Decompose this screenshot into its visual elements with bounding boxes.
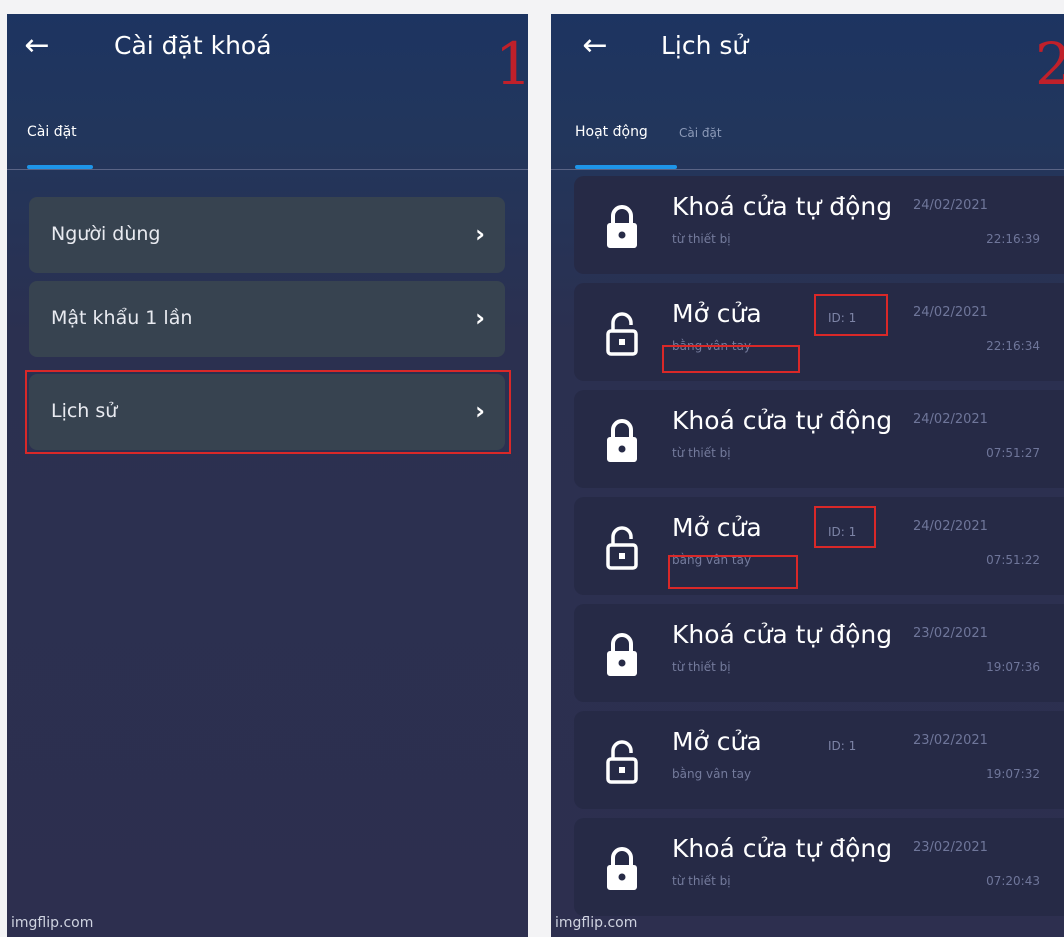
event-time: 22:16:34	[986, 339, 1040, 353]
menu-item-label: Người dùng	[51, 223, 161, 245]
event-title: Khoá cửa tự động	[672, 834, 893, 863]
watermark: imgflip.com	[555, 915, 638, 931]
history-row[interactable]: Khoá cửa tự động từ thiết bị 23/02/2021 19:…	[574, 604, 1064, 702]
event-time: 07:20:43	[986, 874, 1040, 888]
event-date: 24/02/2021	[913, 519, 988, 534]
event-title: Mở cửa	[672, 299, 762, 328]
tab-activity[interactable]: Hoạt động	[575, 124, 648, 140]
event-date: 24/02/2021	[913, 305, 988, 320]
event-source: từ thiết bị	[672, 446, 731, 460]
menu-item-label: Mật khẩu 1 lần	[51, 307, 193, 329]
event-time: 19:07:32	[986, 767, 1040, 781]
watermark: imgflip.com	[11, 915, 94, 931]
history-row[interactable]: Khoá cửa tự động từ thiết bị 24/02/2021 07:…	[574, 390, 1064, 488]
event-source: từ thiết bị	[672, 660, 731, 674]
event-title: Khoá cửa tự động	[672, 406, 893, 435]
history-row[interactable]: Khoá cửa tự động từ thiết bị 24/02/2021 22:…	[574, 176, 1064, 274]
event-time: 19:07:36	[986, 660, 1040, 674]
chevron-right-icon: ›	[475, 220, 485, 248]
event-user-id: ID: 1	[828, 739, 857, 753]
menu-item-users[interactable]: Người dùng ›	[29, 197, 505, 273]
annotation-box	[662, 345, 800, 373]
annotation-box	[814, 506, 876, 548]
event-time: 07:51:22	[986, 553, 1040, 567]
tab-settings[interactable]: Cài đặt	[679, 126, 722, 140]
annotation-box	[668, 555, 798, 589]
event-time: 07:51:27	[986, 446, 1040, 460]
divider	[551, 169, 1064, 170]
lock-open-icon	[606, 526, 638, 570]
event-date: 24/02/2021	[913, 198, 988, 213]
annotation-box	[814, 294, 888, 336]
lock-closed-icon	[607, 633, 637, 676]
event-date: 23/02/2021	[913, 733, 988, 748]
event-title: Khoá cửa tự động	[672, 620, 893, 649]
history-screen: ← Lịch sử 2 Hoạt động Cài đặt Khoá cửa t…	[551, 14, 1064, 937]
menu-item-one-time-password[interactable]: Mật khẩu 1 lần ›	[29, 281, 505, 357]
divider	[7, 169, 528, 170]
app-bar: ← Lịch sử 2	[551, 14, 1064, 96]
event-title: Khoá cửa tự động	[672, 192, 893, 221]
annotation-number: 1	[495, 30, 528, 98]
event-source: bằng vân tay	[672, 767, 752, 781]
lock-closed-icon	[607, 847, 637, 890]
tab-settings[interactable]: Cài đặt	[27, 124, 77, 140]
chevron-right-icon: ›	[475, 304, 485, 332]
app-bar: ← Cài đặt khoá 1	[7, 14, 528, 96]
lock-open-icon	[606, 312, 638, 356]
page-title: Lịch sử	[661, 31, 749, 60]
event-source: từ thiết bị	[672, 232, 731, 246]
page-title: Cài đặt khoá	[114, 31, 272, 60]
lock-open-icon	[606, 740, 638, 784]
tab-bar: Hoạt động Cài đặt	[551, 114, 1064, 169]
arrow-left-icon[interactable]: ←	[17, 28, 57, 64]
event-time: 22:16:39	[986, 232, 1040, 246]
annotation-number: 2	[1035, 30, 1064, 98]
history-row[interactable]: Khoá cửa tự động từ thiết bị 23/02/2021 07:…	[574, 818, 1064, 916]
annotation-box	[25, 370, 511, 454]
lock-closed-icon	[607, 205, 637, 248]
tab-bar: Cài đặt	[7, 114, 528, 169]
lock-closed-icon	[607, 419, 637, 462]
history-row[interactable]: Mở cửa bằng vân tay ID: 1 23/02/2021 19:07:3…	[574, 711, 1064, 809]
lock-settings-screen: ← Cài đặt khoá 1 Cài đặt Người dùng › Mậ…	[7, 14, 528, 937]
arrow-left-icon[interactable]: ←	[575, 28, 615, 64]
event-title: Mở cửa	[672, 727, 762, 756]
event-title: Mở cửa	[672, 513, 762, 542]
event-date: 24/02/2021	[913, 412, 988, 427]
event-date: 23/02/2021	[913, 840, 988, 855]
event-source: từ thiết bị	[672, 874, 731, 888]
event-date: 23/02/2021	[913, 626, 988, 641]
